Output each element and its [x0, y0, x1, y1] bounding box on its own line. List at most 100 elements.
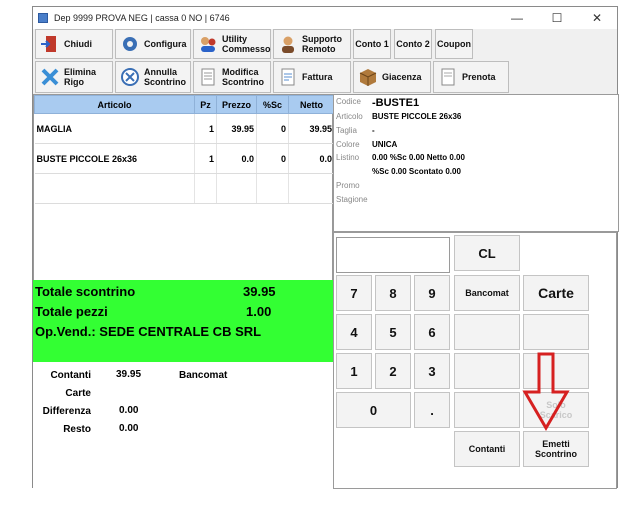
emetti-line1: Emetti: [542, 439, 570, 449]
contanti-button[interactable]: Contanti: [454, 431, 520, 467]
promo-row: Promo: [336, 181, 616, 190]
taglia-row: Taglia -: [336, 126, 616, 135]
grid-header-row: Articolo Pz Prezzo %Sc Netto: [34, 95, 335, 114]
maximize-button[interactable]: ☐: [537, 7, 577, 29]
payments-summary: Contanti 39.95 Bancomat Carte Differenza…: [33, 362, 333, 489]
listino-value: 0.00 %Sc 0.00 Netto 0.00: [372, 153, 465, 162]
key-0[interactable]: 0: [336, 392, 411, 428]
resto-label: Resto: [63, 424, 91, 435]
empty-row[interactable]: [34, 173, 335, 204]
keypad-display[interactable]: [336, 237, 450, 273]
supporto-remoto-label: Supporto Remoto: [302, 34, 342, 54]
col-prezzo[interactable]: Prezzo: [216, 95, 257, 114]
annulla-label-line1: Annulla: [144, 67, 177, 77]
annulla-scontrino-label: Annulla Scontrino: [144, 67, 186, 87]
empty-key: [454, 353, 520, 389]
modifica-label-line1: Modifica: [222, 67, 259, 77]
prenota-label: Prenota: [462, 72, 496, 82]
empty-key: [454, 314, 520, 350]
totale-scontrino-label: Totale scontrino: [35, 284, 136, 299]
table-row[interactable]: BUSTE PICCOLE 26x36 1 0.0 0 0.0: [34, 143, 335, 174]
col-netto[interactable]: Netto: [288, 95, 335, 114]
contanti-label: Contanti: [50, 370, 91, 381]
cell-articolo: MAGLIA: [34, 113, 195, 144]
coupon-button[interactable]: Coupon: [435, 29, 473, 59]
supporto-remoto-button[interactable]: Supporto Remoto: [273, 29, 351, 59]
sconto-spacer: [336, 167, 372, 176]
solo-scarico-button[interactable]: Solo Scarico: [523, 392, 589, 428]
key-1[interactable]: 1: [336, 353, 372, 389]
key-4[interactable]: 4: [336, 314, 372, 350]
totals-panel: Totale scontrino 39.95 Totale pezzi 1.00…: [33, 280, 333, 362]
colore-label: Colore: [336, 140, 360, 149]
solo-scarico-line2: Scarico: [539, 410, 573, 420]
utility-commesso-button[interactable]: Utility Commesso: [193, 29, 271, 59]
modifica-label-line2: Scontrino: [222, 77, 264, 87]
fattura-label: Fattura: [302, 72, 333, 82]
col-pz[interactable]: Pz: [194, 95, 217, 114]
configura-label: Configura: [144, 39, 187, 49]
fattura-button[interactable]: Fattura: [273, 61, 351, 93]
key-7[interactable]: 7: [336, 275, 372, 311]
key-5[interactable]: 5: [375, 314, 411, 350]
annulla-scontrino-button[interactable]: Annulla Scontrino: [115, 61, 191, 93]
codice-label: Codice: [336, 97, 361, 106]
cl-button[interactable]: CL: [454, 235, 520, 271]
key-8[interactable]: 8: [375, 275, 411, 311]
conto2-button[interactable]: Conto 2: [394, 29, 432, 59]
codice-value: -BUSTE1: [372, 97, 420, 109]
articolo-row: Articolo BUSTE PICCOLE 26x36: [336, 112, 616, 121]
carte-button[interactable]: Carte: [523, 275, 589, 311]
giacenza-button[interactable]: Giacenza: [353, 61, 431, 93]
empty-key: [454, 392, 520, 428]
stagione-label: Stagione: [336, 195, 368, 204]
stagione-row: Stagione: [336, 195, 616, 204]
minimize-button[interactable]: —: [497, 7, 537, 29]
col-articolo[interactable]: Articolo: [34, 95, 195, 114]
cell-prezzo: 39.95: [216, 113, 257, 144]
table-row[interactable]: MAGLIA 1 39.95 0 39.95: [34, 113, 335, 144]
modifica-scontrino-label: Modifica Scontrino: [222, 67, 264, 87]
close-button[interactable]: ✕: [577, 7, 617, 29]
empty-cell: [194, 173, 217, 204]
prenota-button[interactable]: Prenota: [433, 61, 509, 93]
col-sc[interactable]: %Sc: [256, 95, 289, 114]
app-icon: [38, 13, 48, 23]
codice-row: Codice -BUSTE1: [336, 97, 616, 109]
gear-icon: [123, 37, 137, 51]
key-3[interactable]: 3: [414, 353, 450, 389]
elimina-rigo-button[interactable]: Elimina Rigo: [35, 61, 113, 93]
invoice-icon: [281, 68, 295, 86]
key-dot[interactable]: .: [414, 392, 450, 428]
key-6[interactable]: 6: [414, 314, 450, 350]
receipt-lines-grid[interactable]: Articolo Pz Prezzo %Sc Netto MAGLIA 1 39…: [33, 94, 335, 284]
conto1-button[interactable]: Conto 1: [353, 29, 391, 59]
exit-door-icon: [41, 36, 56, 52]
bancomat-button[interactable]: Bancomat: [454, 275, 520, 311]
modifica-scontrino-button[interactable]: Modifica Scontrino: [193, 61, 271, 93]
key-9[interactable]: 9: [414, 275, 450, 311]
supporto-label-line2: Remoto: [302, 44, 336, 54]
totale-pezzi-label: Totale pezzi: [35, 304, 108, 319]
empty-cell: [216, 173, 257, 204]
emetti-scontrino-button[interactable]: Emetti Scontrino: [523, 431, 589, 467]
cell-netto: 0.0: [288, 143, 335, 174]
taglia-value: -: [372, 126, 375, 135]
key-2[interactable]: 2: [375, 353, 411, 389]
resto-value: 0.00: [119, 423, 139, 434]
utility-commesso-label: Utility Commesso: [222, 34, 271, 54]
listino-label: Listino: [336, 153, 360, 162]
giacenza-label: Giacenza: [382, 72, 422, 82]
title-bar: Dep 9999 PROVA NEG | cassa 0 NO | 6746 —…: [33, 7, 617, 29]
chiudi-button[interactable]: Chiudi: [35, 29, 113, 59]
totale-scontrino-value: 39.95: [243, 284, 276, 299]
totale-pezzi-value: 1.00: [246, 304, 272, 319]
utility-label-line1: Utility: [222, 34, 248, 44]
configura-button[interactable]: Configura: [115, 29, 191, 59]
carte-label: Carte: [65, 388, 91, 399]
cell-netto: 39.95: [288, 113, 335, 144]
document-icon: [441, 68, 455, 86]
sconto-row: %Sc 0.00 Scontato 0.00: [336, 167, 616, 176]
contanti-value: 39.95: [116, 369, 142, 380]
elimina-rigo-label: Elimina Rigo: [64, 67, 96, 87]
